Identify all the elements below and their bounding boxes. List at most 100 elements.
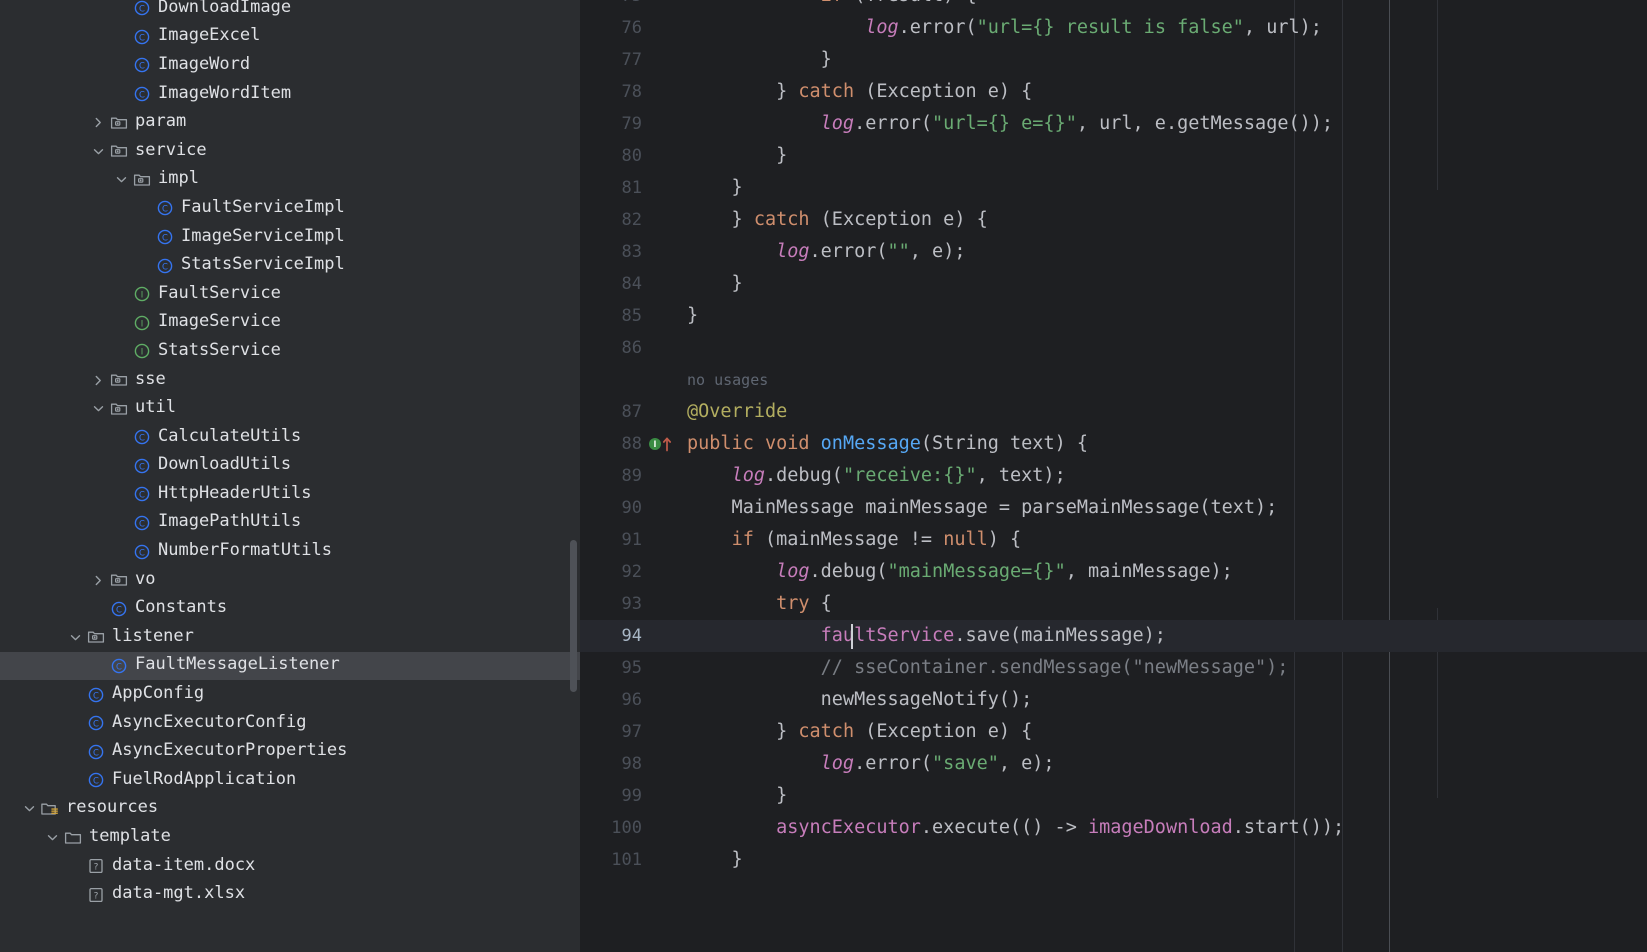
code-line[interactable]: 99 } <box>580 780 1647 812</box>
chevron-right-icon[interactable] <box>90 372 107 389</box>
tree-item[interactable]: C NumberFormatUtils <box>0 537 580 566</box>
line-number[interactable]: 96 <box>580 684 642 716</box>
tree-item[interactable]: C ImageWordItem <box>0 80 580 109</box>
sidebar-scrollbar-track[interactable] <box>570 0 578 952</box>
code-lines[interactable]: 75 if (!result) {76 log.error("url={} re… <box>580 0 1647 932</box>
code-line[interactable]: 100 asyncExecutor.execute(() -> imageDow… <box>580 812 1647 844</box>
line-number[interactable]: 79 <box>580 108 642 140</box>
line-number[interactable]: 95 <box>580 652 642 684</box>
tree-item[interactable]: sse <box>0 366 580 395</box>
line-number[interactable]: 84 <box>580 268 642 300</box>
code-line[interactable]: 80 } <box>580 140 1647 172</box>
tree-item[interactable]: ? data-item.docx <box>0 852 580 881</box>
tree-item[interactable]: impl <box>0 166 580 195</box>
code-text[interactable]: newMessageNotify(); <box>684 684 1647 716</box>
line-number[interactable]: 86 <box>580 332 642 364</box>
line-number[interactable]: 76 <box>580 12 642 44</box>
tree-item[interactable]: C DownloadUtils <box>0 452 580 481</box>
code-line[interactable]: 81 } <box>580 172 1647 204</box>
code-line[interactable]: 98 log.error("save", e); <box>580 748 1647 780</box>
gutter-icon-slot[interactable]: I <box>642 437 684 452</box>
line-number[interactable]: 92 <box>580 556 642 588</box>
code-text[interactable]: log.debug("receive:{}", text); <box>684 460 1647 492</box>
tree-item[interactable]: listener <box>0 623 580 652</box>
chevron-down-icon[interactable] <box>90 143 107 160</box>
tree-item-selected[interactable]: C FaultMessageListener <box>0 651 580 681</box>
code-line[interactable]: 92 log.debug("mainMessage={}", mainMessa… <box>580 556 1647 588</box>
code-line[interactable]: 78 } catch (Exception e) { <box>580 76 1647 108</box>
line-number[interactable]: 77 <box>580 44 642 76</box>
code-text[interactable]: try { <box>684 588 1647 620</box>
project-tree-panel[interactable]: C DownloadImage C ImageExcel C ImageWord C Imag… <box>0 0 580 952</box>
tree-item[interactable]: C FuelRodApplication <box>0 766 580 795</box>
code-line[interactable]: 87 @Override <box>580 396 1647 428</box>
code-line[interactable]: 75 if (!result) { <box>580 0 1647 12</box>
tree-item[interactable]: I FaultService <box>0 280 580 309</box>
line-number[interactable]: 81 <box>580 172 642 204</box>
code-text[interactable]: } <box>684 300 1647 332</box>
line-number[interactable]: 85 <box>580 300 642 332</box>
inlay-hint-usages[interactable]: no usages <box>580 364 1647 396</box>
code-text[interactable]: } <box>684 268 1647 300</box>
line-number[interactable]: 89 <box>580 460 642 492</box>
code-line[interactable]: 96 newMessageNotify(); <box>580 684 1647 716</box>
sidebar-scrollbar-thumb[interactable] <box>570 540 577 692</box>
line-number[interactable]: 82 <box>580 204 642 236</box>
code-text[interactable]: } catch (Exception e) { <box>684 204 1647 236</box>
code-text[interactable]: } catch (Exception e) { <box>684 76 1647 108</box>
code-line[interactable]: 95 // sseContainer.sendMessage("newMessa… <box>580 652 1647 684</box>
tree-item[interactable]: C ImagePathUtils <box>0 509 580 538</box>
line-number[interactable]: 98 <box>580 748 642 780</box>
code-line[interactable]: 93 try { <box>580 588 1647 620</box>
code-editor[interactable]: 75 if (!result) {76 log.error("url={} re… <box>580 0 1647 952</box>
code-text[interactable]: log.error("url={} e={}", url, e.getMessa… <box>684 108 1647 140</box>
code-text[interactable]: log.debug("mainMessage={}", mainMessage)… <box>684 556 1647 588</box>
code-text[interactable]: log.error("url={} result is false", url)… <box>684 12 1647 44</box>
code-text[interactable]: MainMessage mainMessage = parseMainMessa… <box>684 492 1647 524</box>
code-line[interactable]: 76 log.error("url={} result is false", u… <box>580 12 1647 44</box>
line-number[interactable]: 88 <box>580 428 642 460</box>
tree-item[interactable]: C Constants <box>0 594 580 623</box>
code-text[interactable]: } <box>684 844 1647 876</box>
code-line[interactable]: 83 log.error("", e); <box>580 236 1647 268</box>
code-line-active[interactable]: 94 faultService.save(mainMessage); <box>580 620 1647 652</box>
code-line[interactable]: 88 Ipublic void onMessage(String text) { <box>580 428 1647 460</box>
project-tree[interactable]: C DownloadImage C ImageExcel C ImageWord C Imag… <box>0 0 580 909</box>
code-line[interactable]: 86 <box>580 332 1647 364</box>
line-number[interactable]: 83 <box>580 236 642 268</box>
tree-item[interactable]: param <box>0 108 580 137</box>
chevron-right-icon[interactable] <box>90 572 107 589</box>
code-text[interactable]: // sseContainer.sendMessage("newMessage"… <box>684 652 1647 684</box>
tree-item[interactable]: C AsyncExecutorProperties <box>0 737 580 766</box>
chevron-down-icon[interactable] <box>21 800 38 817</box>
code-text[interactable]: public void onMessage(String text) { <box>684 428 1647 460</box>
line-number[interactable]: 75 <box>580 0 642 12</box>
tree-item[interactable]: C AppConfig <box>0 680 580 709</box>
code-text[interactable]: if (mainMessage != null) { <box>684 524 1647 556</box>
tree-item[interactable]: resources <box>0 795 580 824</box>
line-number[interactable]: 91 <box>580 524 642 556</box>
tree-item[interactable]: C DownloadImage <box>0 0 580 23</box>
implementing-method-icon[interactable]: I <box>648 437 672 452</box>
code-text[interactable]: faultService.save(mainMessage); <box>684 620 1647 652</box>
code-text[interactable]: log.error("", e); <box>684 236 1647 268</box>
tree-item[interactable]: service <box>0 137 580 166</box>
chevron-down-icon[interactable] <box>113 171 130 188</box>
line-number[interactable]: 94 <box>580 620 642 652</box>
code-line[interactable]: 82 } catch (Exception e) { <box>580 204 1647 236</box>
line-number[interactable]: 100 <box>580 812 642 844</box>
tree-item[interactable]: template <box>0 823 580 852</box>
line-number[interactable]: 101 <box>580 844 642 876</box>
code-line[interactable]: 79 log.error("url={} e={}", url, e.getMe… <box>580 108 1647 140</box>
line-number[interactable]: 90 <box>580 492 642 524</box>
tree-item[interactable]: C ImageExcel <box>0 23 580 52</box>
code-line[interactable]: 90 MainMessage mainMessage = parseMainMe… <box>580 492 1647 524</box>
code-text[interactable]: asyncExecutor.execute(() -> imageDownloa… <box>684 812 1647 844</box>
line-number[interactable]: 78 <box>580 76 642 108</box>
code-text[interactable]: } <box>684 44 1647 76</box>
tree-item[interactable]: C FaultServiceImpl <box>0 194 580 223</box>
code-line[interactable]: 84 } <box>580 268 1647 300</box>
tree-item[interactable]: util <box>0 394 580 423</box>
code-text[interactable]: } <box>684 780 1647 812</box>
tree-item[interactable]: C ImageWord <box>0 51 580 80</box>
